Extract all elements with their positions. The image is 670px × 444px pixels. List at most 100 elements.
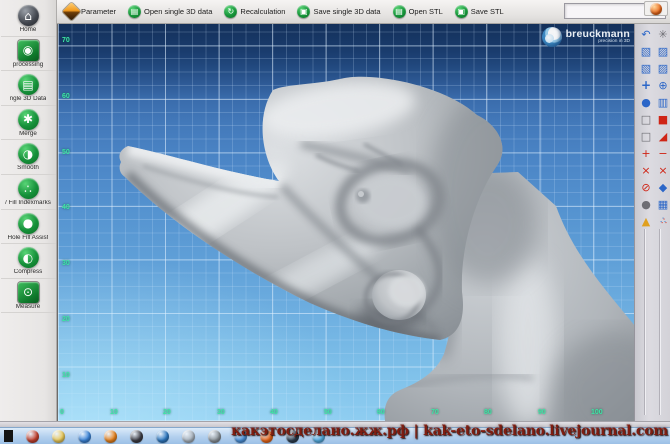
ruler-tick-label: 100 [591, 409, 603, 416]
right-toolbar-button[interactable]: × [638, 162, 654, 178]
ruler-tick-label: 20 [62, 316, 70, 323]
brand-name: breuckmann [565, 27, 630, 40]
taskbar-start-fragment[interactable] [4, 430, 13, 442]
ruler-tick-label: 40 [62, 204, 70, 211]
ruler-tick-label: 70 [431, 409, 439, 416]
sidebar-item-icon: ▤ [17, 74, 39, 96]
toolbar-button-icon: ▤ [392, 5, 406, 18]
sidebar-item[interactable]: ∴ / Fill Indexmarks [0, 175, 56, 210]
right-panel: ↶ ✳ ▧ ▨ ▧ ▨ + ⊕ ● ▥ □ ■ □ ◢ + − × × ⊘ ◆ … [634, 24, 670, 421]
toolbar-button[interactable]: ▤ Open single 3D data [122, 2, 218, 22]
sidebar-item-label: / Fill Indexmarks [5, 200, 51, 207]
ruler-tick-label: 70 [62, 37, 70, 44]
taskbar-app-icon[interactable] [156, 429, 169, 443]
sidebar-item[interactable]: ◐ Compress [0, 244, 56, 279]
right-toolbar-button[interactable]: ▨ [655, 43, 670, 59]
right-toolbar-button[interactable]: ✳ [655, 26, 670, 42]
right-toolbar-button[interactable]: ▨ [655, 60, 670, 76]
right-toolbar-button[interactable]: ⊘ [638, 179, 654, 195]
sidebar-item-label: Home [19, 27, 37, 33]
ruler-tick-label: 60 [377, 409, 385, 416]
right-toolbar-button[interactable]: ▧ [638, 60, 654, 76]
toolbar-button-label: Recalculation [240, 7, 286, 16]
sidebar-item-label: Compress [13, 269, 43, 276]
right-toolbar-button[interactable]: ∴ [655, 213, 670, 229]
toolbar-button[interactable]: ▣ Save single 3D data [291, 2, 386, 22]
right-toolbar-button[interactable]: ▥ [655, 94, 670, 110]
taskbar-app-icon[interactable] [26, 429, 39, 443]
sidebar-item-label: Hole Fill Assist [7, 234, 49, 241]
brand-tagline: precision in 3D [598, 39, 630, 45]
sidebar-item[interactable]: ✱ Merge [0, 106, 56, 141]
right-toolbar-button[interactable]: ⊕ [655, 77, 670, 93]
toolbar-button[interactable]: ↻ Recalculation [218, 2, 291, 22]
sidebar-item[interactable]: ⊙ Measure [0, 279, 56, 314]
toolbar-button[interactable]: Parameter [59, 2, 122, 22]
system-tray [644, 1, 668, 16]
toolbar-button-icon: ▣ [454, 5, 468, 18]
sidebar-item-icon: ✱ [17, 108, 39, 130]
sidebar-item[interactable]: ◉ processing [0, 37, 56, 72]
taskbar-app-icon[interactable] [104, 429, 117, 443]
ruler-tick-label: 10 [110, 409, 118, 416]
sidebar-item[interactable]: ▤ ngle 3D Data [0, 71, 56, 106]
right-toolbar-button[interactable]: − [655, 145, 670, 161]
taskbar-app-icon[interactable] [78, 429, 91, 443]
sidebar-item-label: Smooth [17, 165, 39, 172]
right-toolbar-button[interactable]: ▲ [638, 213, 654, 229]
duck-model-3d-render[interactable] [58, 24, 634, 421]
toolbar-button-label: Open single 3D data [144, 7, 213, 16]
ruler-tick-label: 90 [538, 409, 546, 416]
sidebar-item-icon: ⌂ [17, 5, 39, 26]
ruler-tick-label: 50 [62, 149, 70, 156]
right-toolbar-button[interactable]: ↶ [638, 26, 654, 42]
toolbar-button-label: Save STL [470, 7, 504, 16]
sidebar-item[interactable]: ⌂ Home [0, 2, 56, 37]
right-toolbar-button[interactable]: + [638, 145, 654, 161]
sidebar-item[interactable]: ◑ Smooth [0, 140, 56, 176]
toolbar-button[interactable]: ▤ Open STL [387, 2, 449, 22]
right-toolbar-button[interactable]: ▦ [655, 196, 670, 212]
right-icon-toolbar: ↶ ✳ ▧ ▨ ▧ ▨ + ⊕ ● ▥ □ ■ □ ◢ + − × × ⊘ ◆ … [638, 26, 670, 229]
ruler-tick-label: 50 [324, 409, 332, 416]
breuckmann-logo: breuckmann precision in 3D [541, 27, 630, 47]
right-toolbar-button[interactable]: ● [638, 94, 654, 110]
taskbar-app-icon[interactable] [208, 429, 221, 443]
ruler-tick-label: 20 [163, 409, 171, 416]
toolbar-button[interactable]: ▣ Save STL [449, 2, 510, 22]
sidebar-item-icon: ◑ [17, 143, 39, 165]
ruler-tick-label: 30 [62, 260, 70, 267]
right-toolbar-button[interactable]: ● [638, 196, 654, 212]
left-sidebar: ⌂ Home ◉ processing ▤ ngle 3D Data ✱ Mer… [0, 0, 57, 427]
sidebar-item-label: processing [12, 61, 44, 68]
sidebar-item-label: Measure [15, 303, 41, 310]
sidebar-item-label: Merge [19, 130, 37, 137]
ruler-tick-label: 10 [62, 372, 70, 379]
ruler-tick-label: 60 [62, 93, 70, 100]
sidebar-item-icon: ◐ [17, 247, 39, 269]
right-toolbar-button[interactable]: × [655, 162, 670, 178]
right-toolbar-button[interactable]: ◢ [655, 128, 670, 144]
toolbar-button-icon: ▣ [297, 5, 311, 18]
sidebar-item-label: ngle 3D Data [9, 96, 47, 103]
sidebar-item[interactable]: ● Hole Fill Assist [0, 210, 56, 245]
sidebar-item-icon: ◉ [17, 39, 39, 61]
sidebar-item-icon: ⊙ [17, 281, 39, 303]
toolbar-button-icon [62, 2, 81, 21]
right-toolbar-button[interactable]: □ [638, 111, 654, 127]
sidebar-item-icon: ∴ [17, 178, 39, 200]
sidebar-item-icon: ● [17, 212, 39, 234]
right-toolbar-button[interactable]: ■ [655, 111, 670, 127]
application-window: ⌂ Home ◉ processing ▤ ngle 3D Data ✱ Mer… [0, 0, 670, 444]
right-toolbar-button[interactable]: □ [638, 128, 654, 144]
right-toolbar-button[interactable]: + [638, 77, 654, 93]
taskbar-app-icon[interactable] [130, 429, 143, 443]
taskbar-app-icon[interactable] [182, 429, 195, 443]
right-toolbar-button[interactable]: ◆ [655, 179, 670, 195]
tray-firefox-icon[interactable] [650, 2, 662, 15]
watermark-text: какэтосделано.жж.рф | kak-eto-sdelano.li… [231, 423, 668, 439]
viewport-3d[interactable]: 70 60 50 40 30 20 10 0 10 20 30 40 50 60 70 80 90 100 br… [57, 24, 634, 421]
ruler-tick-label: 80 [484, 409, 492, 416]
taskbar-app-icon[interactable] [52, 429, 65, 443]
right-toolbar-button[interactable]: ▧ [638, 43, 654, 59]
